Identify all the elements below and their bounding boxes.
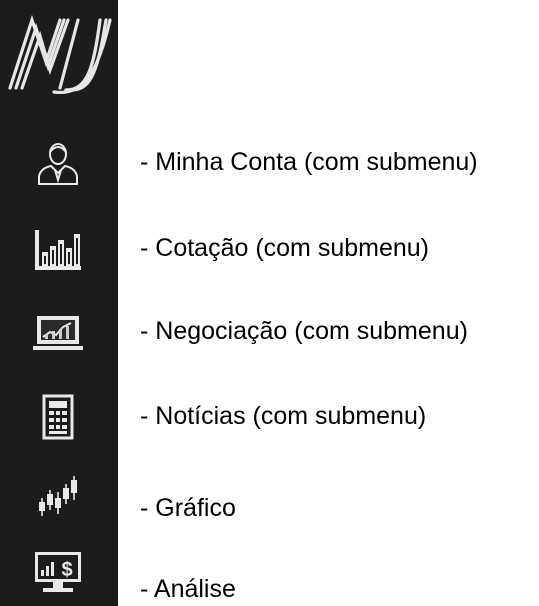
- menu-label-cotacao: - Cotação (com submenu): [140, 234, 430, 262]
- nj-logo-icon: [8, 14, 112, 94]
- menu-label-negociacao: - Negociação (com submenu): [140, 317, 468, 345]
- menu-item-minha-conta[interactable]: [31, 140, 85, 186]
- menu-label-noticias: - Notícias (com submenu): [140, 402, 427, 430]
- menu-item-grafico[interactable]: [31, 474, 85, 520]
- candlestick-chart-icon: [39, 476, 77, 516]
- menu-item-noticias[interactable]: [31, 394, 85, 440]
- sidebar: $: [0, 0, 118, 606]
- monitor-dollar-icon: $: [35, 552, 81, 592]
- user-account-icon: [38, 143, 78, 185]
- menu-label-minha-conta: - Minha Conta (com submenu): [140, 148, 478, 176]
- menu-label-analise: - Análise: [140, 575, 236, 603]
- trading-screen-icon: [33, 316, 83, 350]
- bar-chart-icon: [35, 230, 81, 270]
- menu-item-cotacao[interactable]: [31, 226, 85, 272]
- menu-item-analise[interactable]: $: [31, 550, 85, 596]
- menu-item-negociacao[interactable]: [31, 310, 85, 356]
- svg-text:$: $: [61, 559, 72, 581]
- menu-label-grafico: - Gráfico: [140, 494, 236, 522]
- news-document-icon: [42, 394, 74, 440]
